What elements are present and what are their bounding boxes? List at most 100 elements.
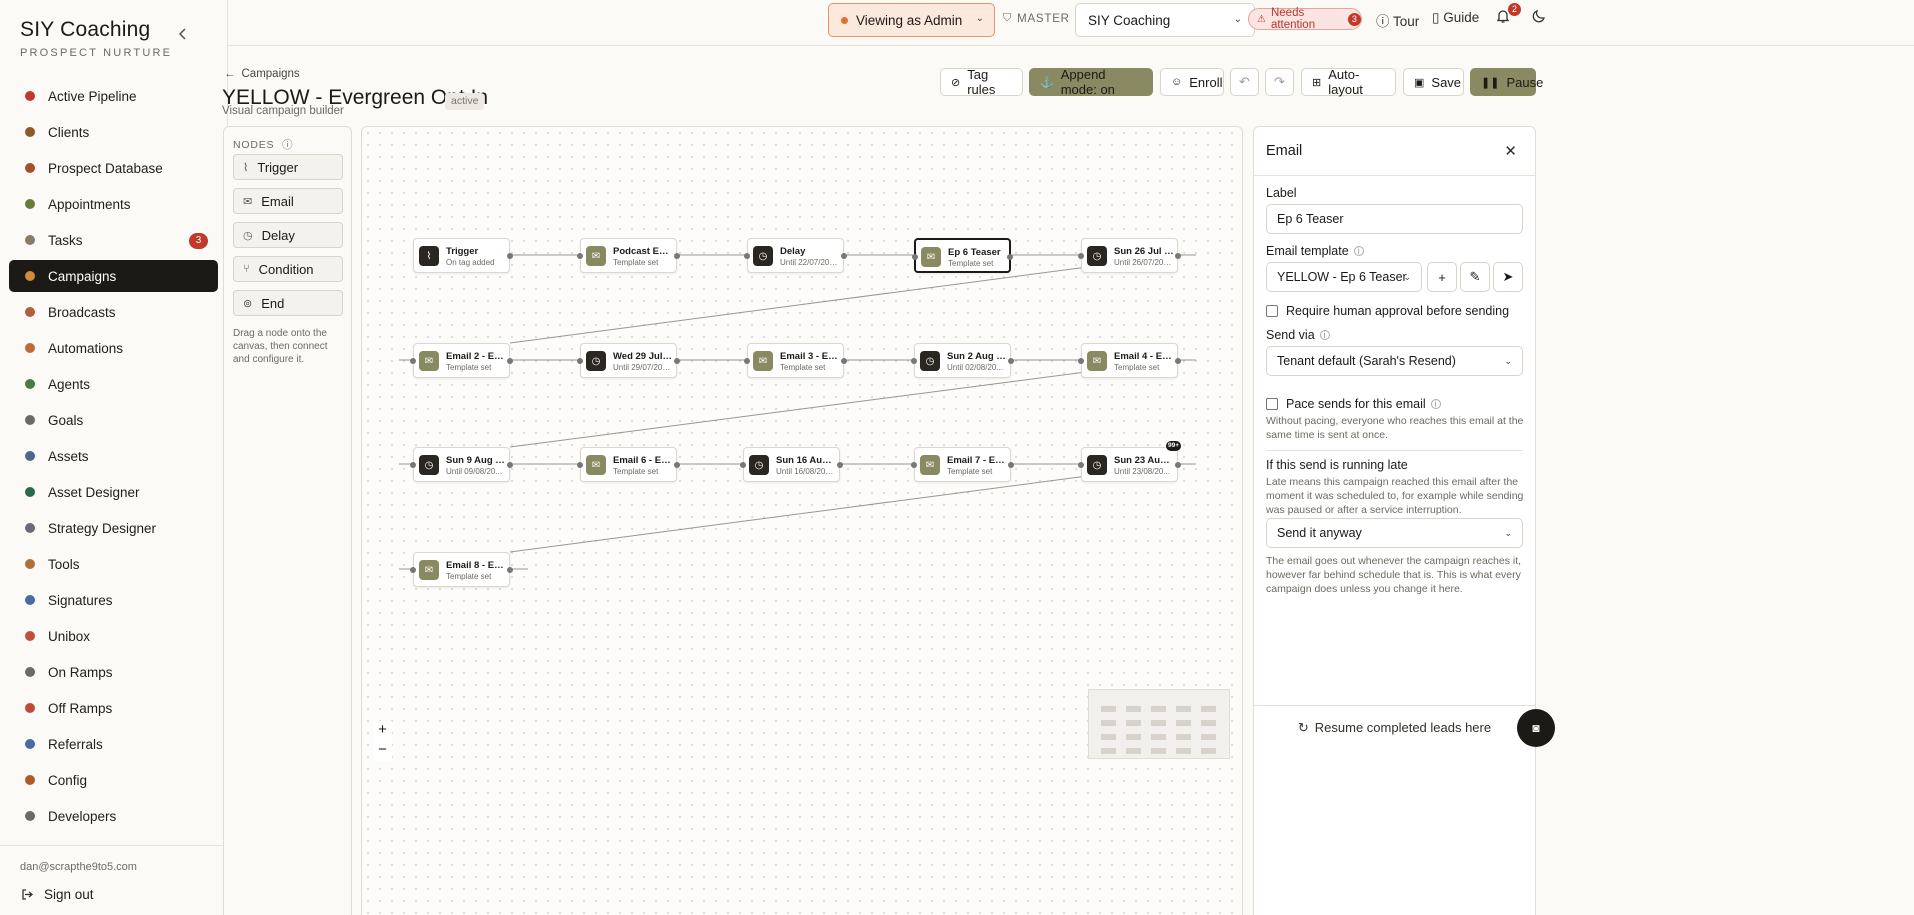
email-template-select[interactable]: YELLOW - Ep 6 Teaser ⌄ [1266, 262, 1422, 292]
sidebar-item-appointments[interactable]: Appointments [9, 188, 218, 220]
output-handle[interactable] [1007, 254, 1013, 260]
sidebar-item-prospect-database[interactable]: Prospect Database [9, 152, 218, 184]
input-handle[interactable] [911, 358, 917, 364]
auto-layout-button[interactable]: ⊞ Auto-layout [1301, 67, 1396, 97]
output-handle[interactable] [841, 358, 847, 364]
pause-button[interactable]: ❚❚ Pause [1470, 68, 1543, 96]
sidebar-item-assets[interactable]: Assets [9, 440, 218, 472]
save-button[interactable]: ▣ Save [1403, 68, 1464, 96]
sidebar-item-tools[interactable]: Tools [9, 548, 218, 580]
output-handle[interactable] [507, 462, 513, 468]
output-handle[interactable] [1175, 358, 1181, 364]
label-input[interactable]: Ep 6 Teaser [1266, 204, 1523, 234]
flow-canvas[interactable]: ⌇ Trigger On tag added ✉ Podcast Epi... Templ… [361, 126, 1243, 915]
flow-node-delay[interactable]: ◷ Wed 29 Jul 1... Until 29/07/202... [577, 343, 680, 378]
resume-completed-leads-button[interactable]: ↻ Resume completed leads here [1254, 705, 1535, 749]
assistant-fab-button[interactable]: ◙ [1517, 709, 1555, 747]
flow-node-delay[interactable]: ◷ Sun 2 Aug 1... Until 02/08/20... [911, 343, 1014, 378]
breadcrumb[interactable]: ← Campaigns [224, 68, 300, 80]
palette-node-email[interactable]: ✉ Email [233, 188, 343, 214]
input-handle[interactable] [911, 462, 917, 468]
guide-button[interactable]: ▯ Guide [1432, 10, 1479, 26]
viewing-as-select[interactable]: Viewing as Admin ⌄ [828, 3, 995, 37]
flow-node-delay[interactable]: ◷ Delay Until 22/07/202... [744, 238, 847, 273]
late-policy-select[interactable]: Send it anyway ⌄ [1266, 518, 1523, 548]
sidebar-item-unibox[interactable]: Unibox [9, 620, 218, 652]
input-handle[interactable] [1078, 358, 1084, 364]
flow-node-email[interactable]: ✉ Email 3 - Ep ... Template set [744, 343, 847, 378]
flow-node-email[interactable]: ✉ Email 7 - Epi... Template set [911, 447, 1014, 482]
theme-toggle-moon-icon[interactable] [1532, 9, 1546, 26]
sidebar-item-agents[interactable]: Agents [9, 368, 218, 400]
input-handle[interactable] [744, 253, 750, 259]
sidebar-item-off-ramps[interactable]: Off Ramps [9, 692, 218, 724]
palette-node-condition[interactable]: ⑂ Condition [233, 256, 343, 282]
input-handle[interactable] [1078, 253, 1084, 259]
sidebar-item-automations[interactable]: Automations [9, 332, 218, 364]
zoom-in-button[interactable]: + [373, 721, 392, 741]
tag-rules-button[interactable]: ⊘ Tag rules [940, 67, 1023, 97]
flow-node-delay[interactable]: ◷ Sun 23 Aug ... Until 23/08/20... 99+ [1078, 441, 1181, 482]
add-template-button[interactable]: + [1427, 262, 1457, 292]
sidebar-item-config[interactable]: Config [9, 764, 218, 796]
output-handle[interactable] [837, 462, 843, 468]
append-mode-button[interactable]: ⚓ Append mode: on [1029, 67, 1153, 97]
output-handle[interactable] [674, 253, 680, 259]
flow-node-email[interactable]: ✉ Podcast Epi... Template set [577, 238, 680, 273]
palette-node-trigger[interactable]: ⌇ Trigger [233, 154, 343, 180]
sidebar-item-campaigns[interactable]: Campaigns [9, 260, 218, 292]
redo-button[interactable]: ↷ [1265, 68, 1294, 96]
collapse-sidebar-icon[interactable] [176, 27, 196, 47]
send-via-select[interactable]: Tenant default (Sarah's Resend) ⌄ [1266, 346, 1523, 376]
needs-attention-badge[interactable]: ⚠ Needs attention 3 [1248, 7, 1362, 31]
palette-node-delay[interactable]: ◷ Delay [233, 222, 343, 248]
input-handle[interactable] [410, 462, 416, 468]
sidebar-item-clients[interactable]: Clients [9, 116, 218, 148]
output-handle[interactable] [674, 358, 680, 364]
output-handle[interactable] [674, 462, 680, 468]
minimap[interactable] [1088, 689, 1230, 759]
checkbox-box[interactable] [1266, 305, 1278, 317]
palette-node-end[interactable]: ⊚ End [233, 290, 343, 316]
flow-node-email[interactable]: ✉ Ep 6 Teaser Template set [912, 238, 1013, 273]
flow-node-email[interactable]: ✉ Email 4 - Epi... Template set [1078, 343, 1181, 378]
input-handle[interactable] [410, 567, 416, 573]
sidebar-item-signatures[interactable]: Signatures [9, 584, 218, 616]
enroll-button[interactable]: ☺ Enroll [1160, 68, 1224, 96]
sidebar-item-broadcasts[interactable]: Broadcasts [9, 296, 218, 328]
flow-node-delay[interactable]: ◷ Sun 26 Jul 1... Until 26/07/202... [1078, 238, 1181, 273]
output-handle[interactable] [841, 253, 847, 259]
output-handle[interactable] [507, 358, 513, 364]
output-handle[interactable] [1008, 462, 1014, 468]
input-handle[interactable] [577, 462, 583, 468]
input-handle[interactable] [577, 253, 583, 259]
sidebar-item-referrals[interactable]: Referrals [9, 728, 218, 760]
tour-button[interactable]: ⓘ Tour [1376, 10, 1419, 30]
flow-node-trigger[interactable]: ⌇ Trigger On tag added [413, 238, 513, 273]
sidebar-item-strategy-designer[interactable]: Strategy Designer [9, 512, 218, 544]
input-handle[interactable] [912, 254, 918, 260]
input-handle[interactable] [744, 358, 750, 364]
undo-button[interactable]: ↶ [1230, 68, 1259, 96]
checkbox-box[interactable] [1266, 398, 1278, 410]
output-handle[interactable] [507, 567, 513, 573]
flow-node-email[interactable]: ✉ Email 8 - Epi... Template set [410, 552, 513, 587]
flow-node-delay[interactable]: ◷ Sun 16 Aug 1...Until 16/08/202... [740, 447, 843, 482]
sidebar-item-tasks[interactable]: Tasks 3 [9, 224, 218, 256]
close-icon[interactable]: ✕ [1504, 142, 1517, 160]
output-handle[interactable] [507, 253, 513, 259]
output-handle[interactable] [1175, 462, 1181, 468]
sidebar-item-asset-designer[interactable]: Asset Designer [9, 476, 218, 508]
pace-sends-checkbox[interactable]: Pace sends for this email i [1266, 397, 1441, 411]
send-test-button[interactable]: ➤ [1493, 262, 1523, 292]
sidebar-item-goals[interactable]: Goals [9, 404, 218, 436]
output-handle[interactable] [1008, 358, 1014, 364]
output-handle[interactable] [1175, 253, 1181, 259]
flow-node-delay[interactable]: ◷ Sun 9 Aug 1... Until 09/08/20... [410, 447, 513, 482]
sidebar-item-on-ramps[interactable]: On Ramps [9, 656, 218, 688]
edit-template-button[interactable]: ✎ [1460, 262, 1490, 292]
zoom-out-button[interactable]: − [373, 741, 392, 761]
notifications-button[interactable]: 2 [1496, 3, 1521, 27]
flow-node-email[interactable]: ✉ Email 6 - Epi... Template set [577, 447, 680, 482]
input-handle[interactable] [740, 462, 746, 468]
